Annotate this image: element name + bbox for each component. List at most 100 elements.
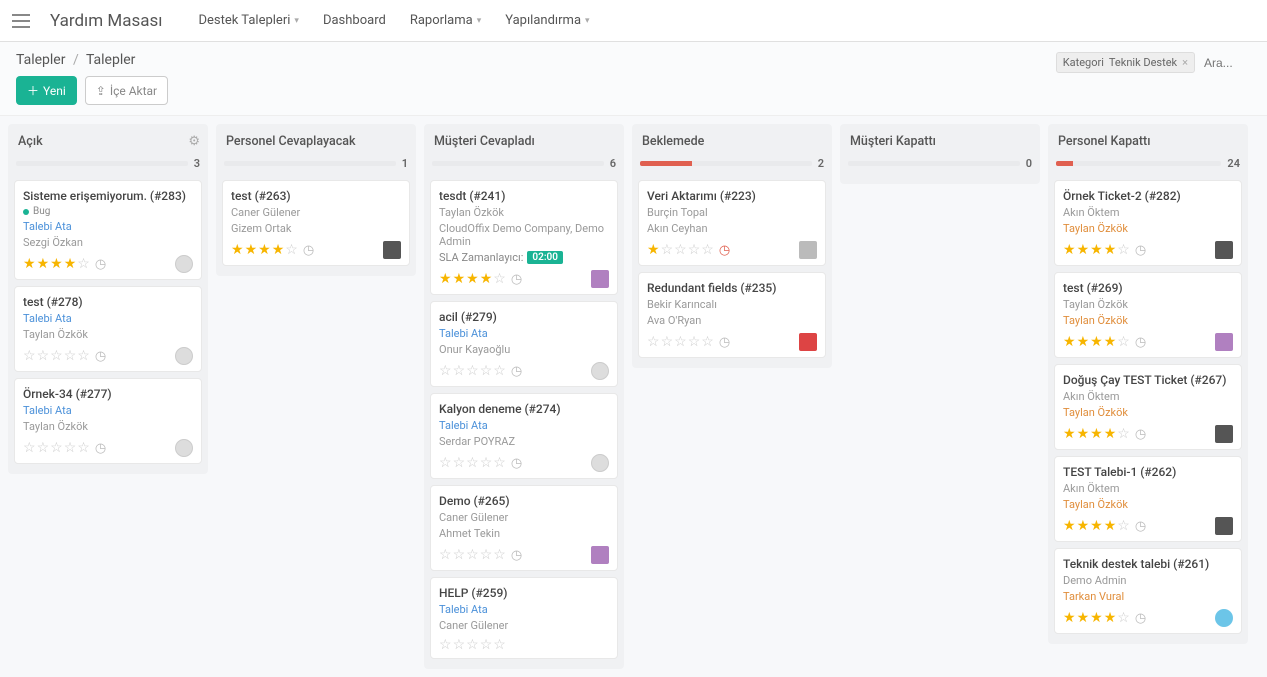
kanban-card[interactable]: Demo (#265) Caner Gülener Ahmet Tekin ☆☆… — [430, 485, 618, 571]
hamburger-icon[interactable] — [12, 10, 34, 32]
avatar[interactable] — [591, 362, 609, 380]
star-icon[interactable]: ☆ — [493, 548, 506, 562]
star-icon[interactable]: ☆ — [480, 364, 493, 378]
star-icon[interactable]: ★ — [64, 257, 77, 271]
star-icon[interactable]: ☆ — [439, 638, 452, 652]
star-icon[interactable]: ☆ — [688, 243, 701, 257]
star-icon[interactable]: ☆ — [466, 364, 479, 378]
kanban-card[interactable]: Kalyon deneme (#274) Talebi Ata Serdar P… — [430, 393, 618, 479]
star-icon[interactable]: ☆ — [674, 335, 687, 349]
star-icon[interactable]: ★ — [245, 243, 258, 257]
avatar[interactable] — [1215, 241, 1233, 259]
star-icon[interactable]: ☆ — [480, 638, 493, 652]
star-icon[interactable]: ★ — [1090, 519, 1103, 533]
star-icon[interactable]: ☆ — [466, 548, 479, 562]
star-icon[interactable]: ☆ — [64, 441, 77, 455]
avatar[interactable] — [383, 241, 401, 259]
star-icon[interactable]: ★ — [466, 272, 479, 286]
star-icon[interactable]: ★ — [1104, 611, 1117, 625]
star-icon[interactable]: ☆ — [453, 364, 466, 378]
star-icon[interactable]: ★ — [1090, 335, 1103, 349]
star-icon[interactable]: ☆ — [688, 335, 701, 349]
card-meta-1[interactable]: Talebi Ata — [439, 603, 609, 616]
star-icon[interactable]: ★ — [1063, 335, 1076, 349]
card-meta-1[interactable]: Talebi Ata — [23, 220, 193, 233]
kanban-card[interactable]: test (#278) Talebi Ata Taylan Özkök ☆☆☆☆… — [14, 286, 202, 372]
star-icon[interactable]: ☆ — [439, 456, 452, 470]
card-meta-1[interactable]: Talebi Ata — [439, 327, 609, 340]
kanban-card[interactable]: Redundant fields (#235) Bekir Karıncalı … — [638, 272, 826, 358]
star-icon[interactable]: ★ — [1063, 519, 1076, 533]
kanban-card[interactable]: Teknik destek talebi (#261) Demo Admin T… — [1054, 548, 1242, 634]
star-icon[interactable]: ☆ — [50, 349, 63, 363]
card-meta-1[interactable]: Talebi Ata — [23, 312, 193, 325]
kanban-card[interactable]: Örnek-34 (#277) Talebi Ata Taylan Özkök … — [14, 378, 202, 464]
avatar[interactable] — [591, 454, 609, 472]
kanban-card[interactable]: Doğuş Çay TEST Ticket (#267) Akın Öktem … — [1054, 364, 1242, 450]
star-icon[interactable]: ☆ — [285, 243, 298, 257]
star-icon[interactable]: ☆ — [50, 441, 63, 455]
star-icon[interactable]: ★ — [37, 257, 50, 271]
star-icon[interactable]: ★ — [1063, 243, 1076, 257]
star-icon[interactable]: ☆ — [466, 456, 479, 470]
avatar[interactable] — [1215, 517, 1233, 535]
card-meta-1[interactable]: Talebi Ata — [23, 404, 193, 417]
star-icon[interactable]: ☆ — [466, 638, 479, 652]
star-icon[interactable]: ★ — [1077, 519, 1090, 533]
kanban-card[interactable]: test (#269) Taylan Özkök Taylan Özkök ★★… — [1054, 272, 1242, 358]
star-icon[interactable]: ☆ — [77, 441, 90, 455]
avatar[interactable] — [591, 546, 609, 564]
star-icon[interactable]: ☆ — [1117, 427, 1130, 441]
gear-icon[interactable]: ⚙ — [188, 134, 200, 149]
star-icon[interactable]: ☆ — [23, 441, 36, 455]
avatar[interactable] — [175, 439, 193, 457]
star-icon[interactable]: ★ — [1063, 611, 1076, 625]
star-icon[interactable]: ☆ — [1117, 335, 1130, 349]
star-icon[interactable]: ☆ — [37, 349, 50, 363]
filter-tag-kategori[interactable]: Kategori Teknik Destek × — [1056, 52, 1195, 73]
breadcrumb-root[interactable]: Talepler — [16, 52, 65, 68]
kanban-card[interactable]: Sisteme erişemiyorum. (#283) Bug Talebi … — [14, 180, 202, 280]
star-icon[interactable]: ★ — [453, 272, 466, 286]
star-icon[interactable]: ☆ — [493, 364, 506, 378]
star-icon[interactable]: ★ — [50, 257, 63, 271]
nav-item[interactable]: Yapılandırma▾ — [505, 13, 589, 28]
star-icon[interactable]: ☆ — [661, 243, 674, 257]
star-icon[interactable]: ☆ — [480, 548, 493, 562]
star-icon[interactable]: ☆ — [493, 456, 506, 470]
kanban-card[interactable]: test (#263) Caner Gülener Gizem Ortak ★★… — [222, 180, 410, 266]
star-icon[interactable]: ★ — [272, 243, 285, 257]
star-icon[interactable]: ☆ — [674, 243, 687, 257]
star-icon[interactable]: ☆ — [661, 335, 674, 349]
star-icon[interactable]: ☆ — [23, 349, 36, 363]
kanban-card[interactable]: TEST Talebi-1 (#262) Akın Öktem Taylan Ö… — [1054, 456, 1242, 542]
kanban-card[interactable]: Örnek Ticket-2 (#282) Akın Öktem Taylan … — [1054, 180, 1242, 266]
kanban-card[interactable]: Veri Aktarımı (#223) Burçin Topal Akın C… — [638, 180, 826, 266]
star-icon[interactable]: ☆ — [701, 335, 714, 349]
star-icon[interactable]: ☆ — [453, 548, 466, 562]
star-icon[interactable]: ☆ — [453, 638, 466, 652]
star-icon[interactable]: ☆ — [37, 441, 50, 455]
search-input[interactable] — [1201, 53, 1251, 73]
avatar[interactable] — [1215, 333, 1233, 351]
star-icon[interactable]: ★ — [1063, 427, 1076, 441]
star-icon[interactable]: ★ — [1090, 611, 1103, 625]
avatar[interactable] — [799, 333, 817, 351]
star-icon[interactable]: ★ — [1077, 427, 1090, 441]
new-button[interactable]: ＋ Yeni — [16, 76, 77, 105]
star-icon[interactable]: ☆ — [647, 335, 660, 349]
avatar[interactable] — [591, 270, 609, 288]
nav-item[interactable]: Dashboard — [323, 13, 386, 28]
avatar[interactable] — [1215, 425, 1233, 443]
star-icon[interactable]: ★ — [1090, 243, 1103, 257]
star-icon[interactable]: ☆ — [1117, 519, 1130, 533]
avatar[interactable] — [799, 241, 817, 259]
star-icon[interactable]: ★ — [231, 243, 244, 257]
star-icon[interactable]: ★ — [480, 272, 493, 286]
kanban-card[interactable]: tesdt (#241) Taylan Özkök CloudOffix Dem… — [430, 180, 618, 295]
star-icon[interactable]: ☆ — [480, 456, 493, 470]
import-button[interactable]: ⇪ İçe Aktar — [85, 76, 168, 105]
star-icon[interactable]: ★ — [1077, 243, 1090, 257]
star-icon[interactable]: ★ — [1077, 611, 1090, 625]
star-icon[interactable]: ☆ — [77, 349, 90, 363]
